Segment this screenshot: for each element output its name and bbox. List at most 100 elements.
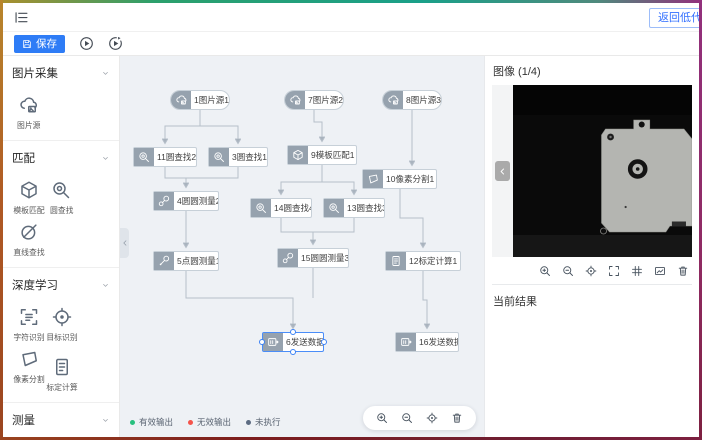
section-title: 测量 xyxy=(12,412,35,428)
save-button-label: 保存 xyxy=(36,36,57,51)
canvas-toolbar xyxy=(363,406,476,430)
flow-node[interactable]: 7图片源2 xyxy=(284,90,344,110)
flow-node[interactable]: 8图片源3 xyxy=(382,90,442,110)
image-locate-button[interactable] xyxy=(585,265,597,277)
flow-node[interactable]: 15圆圆测量3 xyxy=(277,248,349,268)
send-data-icon xyxy=(263,333,283,351)
image-source-icon xyxy=(18,95,38,115)
sidebar-item-calibration-calc[interactable]: 标定计算 xyxy=(45,351,78,393)
flow-edges xyxy=(120,56,484,437)
image-toolbar xyxy=(492,257,692,284)
section-header[interactable]: 匹配 xyxy=(12,148,110,174)
zoom-in-icon xyxy=(539,265,551,277)
zoom-in-button[interactable] xyxy=(376,412,388,424)
flow-node[interactable]: 5点圆测量1 xyxy=(153,251,219,271)
image-source-icon xyxy=(383,91,403,109)
target-detect-icon xyxy=(52,307,72,327)
image-source-icon xyxy=(171,91,191,109)
chevron-down-icon xyxy=(101,154,110,163)
sidebar-item-pixel-segment[interactable]: 像素分割 xyxy=(12,343,45,393)
chevron-down-icon xyxy=(101,416,110,425)
collapse-sidebar-handle[interactable] xyxy=(120,228,129,258)
prev-image-button[interactable] xyxy=(495,161,510,181)
run-button[interactable] xyxy=(78,36,94,52)
compare-icon xyxy=(654,265,666,277)
node-handle-top[interactable] xyxy=(290,329,296,335)
menu-fold-icon[interactable] xyxy=(13,9,29,25)
flow-node[interactable]: 16发送数据2 xyxy=(395,332,459,352)
sidebar-section-match: 匹配 模板匹配 圆查找 直 xyxy=(3,141,119,268)
zoom-out-icon xyxy=(562,265,574,277)
node-handle-right[interactable] xyxy=(321,339,327,345)
node-handle-bottom[interactable] xyxy=(290,349,296,355)
frame-border-left xyxy=(0,0,3,440)
section-header[interactable]: 深度学习 xyxy=(12,275,110,301)
frame-border-top xyxy=(0,0,702,3)
circle-find-icon xyxy=(324,199,344,217)
image-panel-title: 图像 (1/4) xyxy=(492,62,692,85)
image-zoom-out-button[interactable] xyxy=(562,265,574,277)
image-zoom-in-button[interactable] xyxy=(539,265,551,277)
sidebar-item-line-find[interactable]: 直线查找 xyxy=(12,216,45,258)
image-nav-strip xyxy=(492,85,513,257)
legend-valid-output: 有效输出 xyxy=(130,416,173,428)
sidebar-item-circle-find[interactable]: 圆查找 xyxy=(45,174,78,216)
sidebar-item-template-match[interactable]: 模板匹配 xyxy=(12,174,45,216)
flow-node[interactable]: 13圆查找3 xyxy=(323,198,385,218)
image-fullscreen-button[interactable] xyxy=(608,265,620,277)
chevron-left-icon xyxy=(121,239,129,247)
sidebar-item-image-source[interactable]: 图片源 xyxy=(12,89,45,131)
flow-node[interactable]: 3圆查找1 xyxy=(208,147,268,167)
save-button[interactable]: 保存 xyxy=(14,35,65,53)
locate-icon xyxy=(585,265,597,277)
trash-icon xyxy=(677,265,689,277)
image-compare-button[interactable] xyxy=(654,265,666,277)
section-header[interactable]: 测量 xyxy=(12,410,110,436)
point-circle-measure-icon xyxy=(154,252,174,270)
template-match-icon xyxy=(288,146,308,164)
calibration-calc-icon xyxy=(386,252,406,270)
image-delete-button[interactable] xyxy=(677,265,689,277)
locate-icon xyxy=(426,412,438,424)
trash-icon xyxy=(451,412,463,424)
flow-node[interactable]: 1图片源1 xyxy=(170,90,230,110)
camera-image xyxy=(513,85,692,257)
flow-node-selected[interactable]: 6发送数据1 xyxy=(262,332,324,352)
app-window: 返回低代 保存 图片采集 图片源 xyxy=(0,0,702,440)
flow-node[interactable]: 11圆查找2 xyxy=(133,147,197,167)
sidebar-item-target-detect[interactable]: 目标识别 xyxy=(45,301,78,343)
top-header-bar: 返回低代 xyxy=(3,3,699,32)
result-panel: 图像 (1/4) xyxy=(484,56,699,437)
zoom-out-icon xyxy=(401,412,413,424)
flow-node[interactable]: 4圆圆测量2 xyxy=(153,191,219,211)
calibration-calc-icon xyxy=(52,357,72,377)
image-grid-button[interactable] xyxy=(631,265,643,277)
flow-canvas[interactable]: 1图片源1 7图片源2 8图片源3 11圆查找2 3圆查找1 xyxy=(120,56,484,437)
preview-image[interactable] xyxy=(513,85,692,257)
legend-invalid-output: 无效输出 xyxy=(188,416,231,428)
zoom-out-button[interactable] xyxy=(401,412,413,424)
flow-node[interactable]: 10像素分割1 xyxy=(362,169,437,189)
locate-button[interactable] xyxy=(426,412,438,424)
section-title: 深度学习 xyxy=(12,277,58,293)
tool-sidebar: 图片采集 图片源 匹配 xyxy=(3,56,120,437)
send-data-icon xyxy=(396,333,416,351)
current-result-section: 当前结果 xyxy=(492,284,692,437)
chevron-down-icon xyxy=(101,281,110,290)
image-preview-area xyxy=(492,85,692,257)
sidebar-section-deep-learning: 深度学习 字符识别 目标识别 xyxy=(3,268,119,403)
node-handle-left[interactable] xyxy=(259,339,265,345)
back-to-lowcode-button[interactable]: 返回低代 xyxy=(649,8,699,28)
sidebar-section-image-capture: 图片采集 图片源 xyxy=(3,56,119,141)
ocr-icon xyxy=(19,307,39,327)
flow-node[interactable]: 12标定计算1 xyxy=(385,251,461,271)
delete-button[interactable] xyxy=(451,412,463,424)
section-header[interactable]: 图片采集 xyxy=(12,63,110,89)
flow-node[interactable]: 14圆查找4 xyxy=(250,198,312,218)
run-once-button[interactable] xyxy=(107,36,123,52)
canvas-legend: 有效输出 无效输出 未执行 xyxy=(130,416,281,428)
sidebar-item-ocr[interactable]: 字符识别 xyxy=(12,301,45,343)
section-title: 匹配 xyxy=(12,150,35,166)
green-dot-icon xyxy=(130,420,135,425)
flow-node[interactable]: 9模板匹配1 xyxy=(287,145,357,165)
